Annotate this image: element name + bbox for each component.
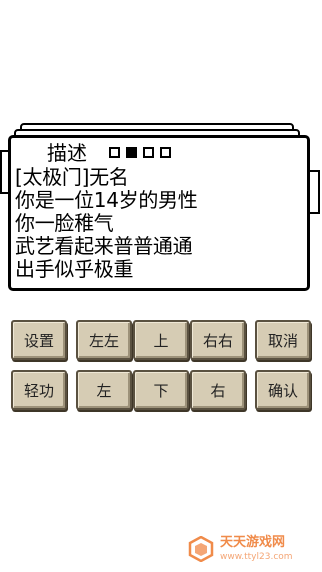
description-panel: 描述 [太极门]无名 你是一位14岁的男性 你一脸稚气 武艺看起来普普通通 出手… bbox=[8, 135, 310, 291]
cancel-button[interactable]: 取消 bbox=[255, 320, 311, 360]
up-button[interactable]: 上 bbox=[133, 320, 189, 360]
watermark-url: www.ttyl23.com bbox=[220, 552, 293, 562]
page-dot-1[interactable] bbox=[109, 147, 120, 158]
page-dot-3[interactable] bbox=[143, 147, 154, 158]
page-dot-2-active[interactable] bbox=[126, 147, 137, 158]
page-indicator bbox=[109, 147, 171, 158]
description-text: [太极门]无名 你是一位14岁的男性 你一脸稚气 武艺看起来普普通通 出手似乎极… bbox=[15, 165, 198, 281]
right-right-button[interactable]: 右右 bbox=[190, 320, 246, 360]
watermark-text: 天天游戏网 bbox=[220, 535, 286, 550]
down-button[interactable]: 下 bbox=[133, 370, 189, 410]
desc-line-martial-skill: 武艺看起来普普通通 bbox=[15, 234, 193, 258]
qinggong-button[interactable]: 轻功 bbox=[11, 370, 67, 410]
desc-line-sect-name: [太极门]无名 bbox=[15, 165, 129, 189]
desc-line-strike-power: 出手似乎极重 bbox=[15, 257, 134, 281]
desc-line-age-gender: 你是一位14岁的男性 bbox=[15, 188, 198, 212]
page-dot-4[interactable] bbox=[160, 147, 171, 158]
right-button[interactable]: 右 bbox=[190, 370, 246, 410]
settings-button[interactable]: 设置 bbox=[11, 320, 67, 360]
confirm-button[interactable]: 确认 bbox=[255, 370, 311, 410]
left-left-button[interactable]: 左左 bbox=[76, 320, 132, 360]
desc-line-appearance: 你一脸稚气 bbox=[15, 211, 114, 235]
watermark-logo-icon bbox=[188, 536, 214, 562]
left-button[interactable]: 左 bbox=[76, 370, 132, 410]
panel-header: 描述 bbox=[11, 140, 307, 166]
panel-title: 描述 bbox=[47, 141, 87, 165]
watermark: 天天游戏网 www.ttyl23.com bbox=[188, 534, 316, 566]
